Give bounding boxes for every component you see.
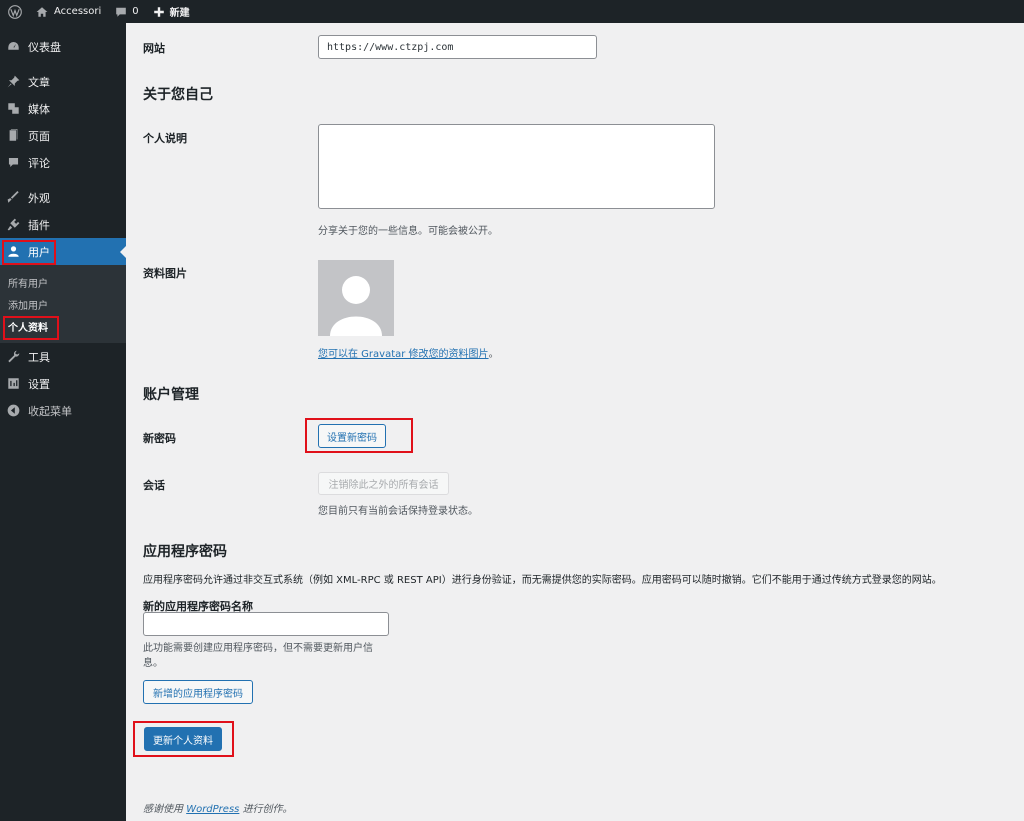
default-avatar-icon: [330, 276, 382, 336]
gravatar-line: 您可以在 Gravatar 修改您的资料图片。: [318, 345, 499, 360]
menu-media[interactable]: 媒体: [0, 95, 126, 122]
footer-suffix: 进行创作。: [242, 804, 293, 815]
bio-textarea[interactable]: [318, 124, 715, 209]
site-name-link[interactable]: Accessori: [30, 0, 107, 23]
submenu-add-user[interactable]: 添加用户: [0, 293, 126, 315]
menu-label: 文章: [28, 75, 50, 89]
sessions-description: 您目前只有当前会话保持登录状态。: [318, 506, 478, 517]
comments-count: 0: [132, 6, 139, 17]
footer-thanks: 感谢使用 WordPress 进行创作。: [143, 800, 293, 815]
app-password-name-description: 此功能需要创建应用程序密码，但不需要更新用户信息。: [143, 643, 373, 669]
page-icon: [6, 129, 20, 143]
sessions-label: 会话: [143, 479, 165, 492]
profile-content: 网站 关于您自己 个人说明 分享关于您的一些信息。可能会被公开。 资料图片 您可…: [126, 23, 1024, 821]
app-passwords-heading: 应用程序密码: [143, 544, 227, 560]
menu-label: 评论: [28, 156, 50, 170]
footer-prefix: 感谢使用: [143, 804, 183, 815]
settings-icon: [6, 377, 20, 391]
menu-label: 页面: [28, 129, 50, 143]
collapse-icon: [6, 404, 20, 418]
highlight-users-menu: [2, 240, 56, 265]
menu-comments[interactable]: 评论: [0, 149, 126, 176]
menu-label: 仪表盘: [28, 40, 61, 54]
bio-description: 分享关于您的一些信息。可能会被公开。: [318, 226, 498, 237]
app-passwords-description: 应用程序密码允许通过非交互式系统（例如 XML-RPC 或 REST API）进…: [143, 575, 942, 586]
bio-label: 个人说明: [143, 132, 187, 145]
home-icon: [36, 6, 48, 17]
plus-icon: [153, 6, 164, 17]
menu-label: 插件: [28, 218, 50, 232]
submenu-all-users[interactable]: 所有用户: [0, 271, 126, 293]
website-label: 网站: [143, 42, 165, 55]
plugin-icon: [6, 218, 20, 232]
menu-pages[interactable]: 页面: [0, 122, 126, 149]
dashboard-icon: [6, 40, 20, 54]
about-heading: 关于您自己: [143, 87, 213, 103]
menu-label: 设置: [28, 377, 50, 391]
site-name: Accessori: [54, 6, 102, 17]
update-profile-button[interactable]: 更新个人资料: [144, 727, 222, 751]
wrench-icon: [6, 350, 20, 364]
account-heading: 账户管理: [143, 387, 199, 403]
gravatar-link[interactable]: 您可以在 Gravatar 修改您的资料图片: [318, 349, 489, 360]
website-input[interactable]: [318, 35, 597, 59]
menu-appearance[interactable]: 外观: [0, 184, 126, 211]
admin-sidebar: 仪表盘 文章 媒体 页面 评论 外观 插件 用户 所有用户 添加用户 个人资料 …: [0, 23, 126, 821]
menu-settings[interactable]: 设置: [0, 370, 126, 397]
menu-collapse[interactable]: 收起菜单: [0, 397, 126, 424]
new-content-link[interactable]: 新建: [145, 0, 196, 23]
add-app-password-button[interactable]: 新增的应用程序密码: [143, 680, 253, 704]
menu-tools[interactable]: 工具: [0, 343, 126, 370]
picture-label: 资料图片: [143, 267, 187, 280]
wordpress-link[interactable]: WordPress: [186, 804, 239, 815]
app-password-name-input[interactable]: [143, 612, 389, 636]
pin-icon: [6, 75, 20, 89]
menu-plugins[interactable]: 插件: [0, 211, 126, 238]
media-icon: [6, 102, 20, 116]
menu-posts[interactable]: 文章: [0, 68, 126, 95]
menu-label: 工具: [28, 350, 50, 364]
comments-link[interactable]: 0: [107, 0, 144, 23]
comment-icon: [6, 156, 20, 170]
comment-bubble-icon: [116, 7, 127, 17]
menu-label: 外观: [28, 191, 50, 205]
set-password-button[interactable]: 设置新密码: [318, 424, 386, 448]
menu-dashboard[interactable]: 仪表盘: [0, 33, 126, 60]
menu-label: 收起菜单: [28, 404, 72, 418]
avatar: [318, 260, 394, 336]
new-label: 新建: [169, 8, 190, 19]
logout-other-sessions-button[interactable]: 注销除此之外的所有会话: [318, 472, 449, 495]
highlight-profile-submenu: [3, 316, 59, 340]
menu-label: 媒体: [28, 102, 50, 116]
brush-icon: [6, 191, 20, 205]
admin-bar: Accessori 0 新建: [0, 0, 1024, 23]
gravatar-period: 。: [488, 349, 499, 360]
new-password-label: 新密码: [143, 432, 176, 445]
wordpress-logo-icon[interactable]: [0, 0, 30, 23]
